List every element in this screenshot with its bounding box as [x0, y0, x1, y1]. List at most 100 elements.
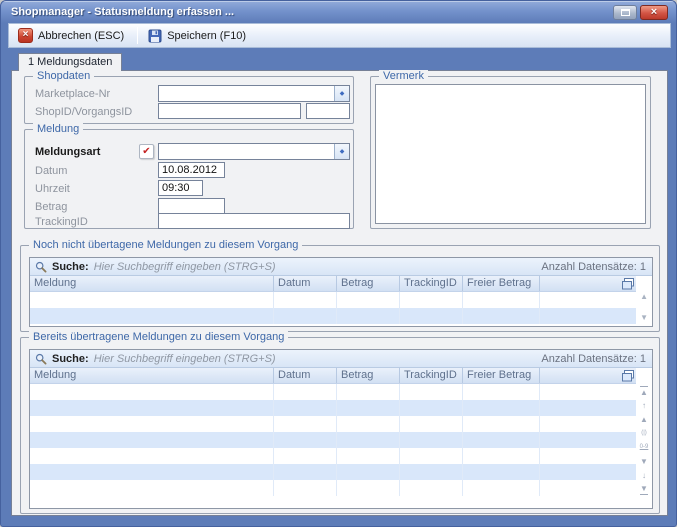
group-shopdaten-title: Shopdaten: [33, 70, 94, 83]
search-icon: [35, 353, 47, 365]
column-header-freier-betrag[interactable]: Freier Betrag: [463, 276, 540, 291]
titlebar[interactable]: Shopmanager - Statusmeldung erfassen ...…: [1, 1, 676, 23]
marketplace-dropdown-button[interactable]: ◆: [334, 86, 349, 101]
group-transferred-meldungen: Bereits übertragene Meldungen zu diesem …: [20, 337, 660, 514]
chevron-down-icon: ◆: [340, 90, 345, 97]
grid-row[interactable]: [30, 384, 636, 400]
column-header-meldung[interactable]: Meldung: [30, 368, 274, 383]
group-vermerk: Vermerk: [370, 76, 651, 229]
meldungsart-label: Meldungsart: [35, 144, 100, 160]
marketplace-input[interactable]: [159, 86, 334, 101]
cancel-button[interactable]: × Abbrechen (ESC): [13, 25, 132, 46]
datum-label: Datum: [35, 163, 67, 179]
datum-input[interactable]: [158, 162, 225, 178]
transferred-grid-nav: ▲ ↑ ▲ (|) 0-9 ▼ ↓ ▼: [636, 368, 652, 508]
uhrzeit-input[interactable]: [158, 180, 203, 196]
scroll-down-icon[interactable]: ▼: [640, 313, 648, 323]
save-button-label: Speichern (F10): [167, 30, 246, 42]
tab-page: Shopdaten Marketplace-Nr ◆ ShopID/Vorgan…: [11, 70, 668, 516]
vorgangsid-input[interactable]: [306, 103, 350, 119]
group-shopdaten: Shopdaten Marketplace-Nr ◆ ShopID/Vorgan…: [24, 76, 354, 124]
go-last-icon[interactable]: ▼: [637, 482, 652, 496]
scroll-down-icon[interactable]: ▼: [637, 454, 652, 468]
search-icon: [35, 261, 47, 273]
grid-row[interactable]: [30, 308, 636, 324]
cancel-button-label: Abbrechen (ESC): [38, 30, 124, 42]
required-check-icon[interactable]: ✔: [139, 144, 154, 159]
restore-button[interactable]: [613, 5, 637, 20]
record-indicator-icon[interactable]: (|): [637, 426, 652, 440]
column-header-trackingid[interactable]: TrackingID: [400, 276, 463, 291]
column-chooser-icon[interactable]: [622, 370, 634, 382]
column-header-meldung[interactable]: Meldung: [30, 276, 274, 291]
grid-row[interactable]: [30, 480, 636, 496]
save-button[interactable]: Speichern (F10): [143, 26, 254, 46]
meldungsart-input[interactable]: [159, 144, 334, 159]
group-vermerk-title: Vermerk: [379, 70, 428, 83]
transferred-grid-header: Meldung Datum Betrag TrackingID Freier B…: [30, 368, 636, 384]
grid-row[interactable]: [30, 292, 636, 308]
toolbar-separator: [137, 27, 138, 44]
dialog-window: Shopmanager - Statusmeldung erfassen ...…: [0, 0, 677, 527]
search-label: Suche:: [52, 353, 89, 365]
grid-row[interactable]: [30, 448, 636, 464]
restore-icon: [621, 9, 630, 16]
scroll-up-icon[interactable]: ▲: [637, 412, 652, 426]
move-up-icon[interactable]: ↑: [637, 398, 652, 412]
tab-label: 1 Meldungsdaten: [28, 56, 112, 68]
tab-meldungsdaten[interactable]: 1 Meldungsdaten: [18, 53, 122, 71]
marketplace-label: Marketplace-Nr: [35, 86, 110, 102]
grid-row[interactable]: [30, 464, 636, 480]
column-header-extra: [540, 368, 636, 383]
record-count: Anzahl Datensätze: 1: [541, 261, 646, 273]
meldungsart-combobox[interactable]: ◆: [158, 143, 350, 160]
go-first-icon[interactable]: ▲: [637, 384, 652, 398]
search-placeholder: Hier Suchbegriff eingeben (STRG+S): [94, 261, 537, 273]
record-count: Anzahl Datensätze: 1: [541, 353, 646, 365]
column-header-datum[interactable]: Datum: [274, 368, 337, 383]
trackingid-label: TrackingID: [35, 214, 88, 230]
pending-grid-scrollbar: ▲ ▼: [636, 276, 652, 326]
column-header-datum[interactable]: Datum: [274, 276, 337, 291]
group-transferred-title: Bereits übertragene Meldungen zu diesem …: [29, 331, 288, 344]
grid-row[interactable]: [30, 416, 636, 432]
scroll-up-icon[interactable]: ▲: [640, 292, 648, 302]
column-header-trackingid[interactable]: TrackingID: [400, 368, 463, 383]
shopid-label: ShopID/VorgangsID: [35, 104, 132, 120]
window-title: Shopmanager - Statusmeldung erfassen ...: [11, 6, 613, 18]
search-label: Suche:: [52, 261, 89, 273]
chevron-down-icon: ◆: [340, 148, 345, 155]
betrag-input[interactable]: [158, 198, 225, 214]
pending-search-bar[interactable]: Suche: Hier Suchbegriff eingeben (STRG+S…: [30, 258, 652, 276]
pending-grid: Suche: Hier Suchbegriff eingeben (STRG+S…: [29, 257, 653, 327]
column-header-freier-betrag[interactable]: Freier Betrag: [463, 368, 540, 383]
column-header-extra: [540, 276, 636, 291]
grid-row[interactable]: [30, 400, 636, 416]
trackingid-input[interactable]: [158, 213, 350, 229]
betrag-label: Betrag: [35, 199, 67, 215]
close-button[interactable]: ×: [640, 5, 668, 20]
grid-row[interactable]: [30, 432, 636, 448]
marketplace-combobox[interactable]: ◆: [158, 85, 350, 102]
close-icon: ×: [651, 6, 657, 18]
meldungsart-dropdown-button[interactable]: ◆: [334, 144, 349, 159]
column-chooser-icon[interactable]: [622, 278, 634, 290]
save-icon: [148, 29, 162, 43]
toolbar: × Abbrechen (ESC) Speichern (F10): [8, 23, 671, 48]
shopid-input[interactable]: [158, 103, 301, 119]
pending-grid-header: Meldung Datum Betrag TrackingID Freier B…: [30, 276, 636, 292]
group-pending-meldungen: Noch nicht übertagene Meldungen zu diese…: [20, 245, 660, 332]
sort-icon[interactable]: 0-9: [637, 440, 652, 454]
column-header-betrag[interactable]: Betrag: [337, 276, 400, 291]
group-pending-title: Noch nicht übertagene Meldungen zu diese…: [29, 239, 302, 252]
vermerk-textarea[interactable]: [375, 84, 646, 224]
column-header-betrag[interactable]: Betrag: [337, 368, 400, 383]
transferred-grid: Suche: Hier Suchbegriff eingeben (STRG+S…: [29, 349, 653, 509]
transferred-search-bar[interactable]: Suche: Hier Suchbegriff eingeben (STRG+S…: [30, 350, 652, 368]
move-down-icon[interactable]: ↓: [637, 468, 652, 482]
search-placeholder: Hier Suchbegriff eingeben (STRG+S): [94, 353, 537, 365]
group-meldung-title: Meldung: [33, 123, 83, 136]
uhrzeit-label: Uhrzeit: [35, 181, 70, 197]
cancel-icon: ×: [18, 28, 33, 43]
group-meldung: Meldung Meldungsart ✔ ◆ Datum Uhrzeit Be…: [24, 129, 354, 229]
